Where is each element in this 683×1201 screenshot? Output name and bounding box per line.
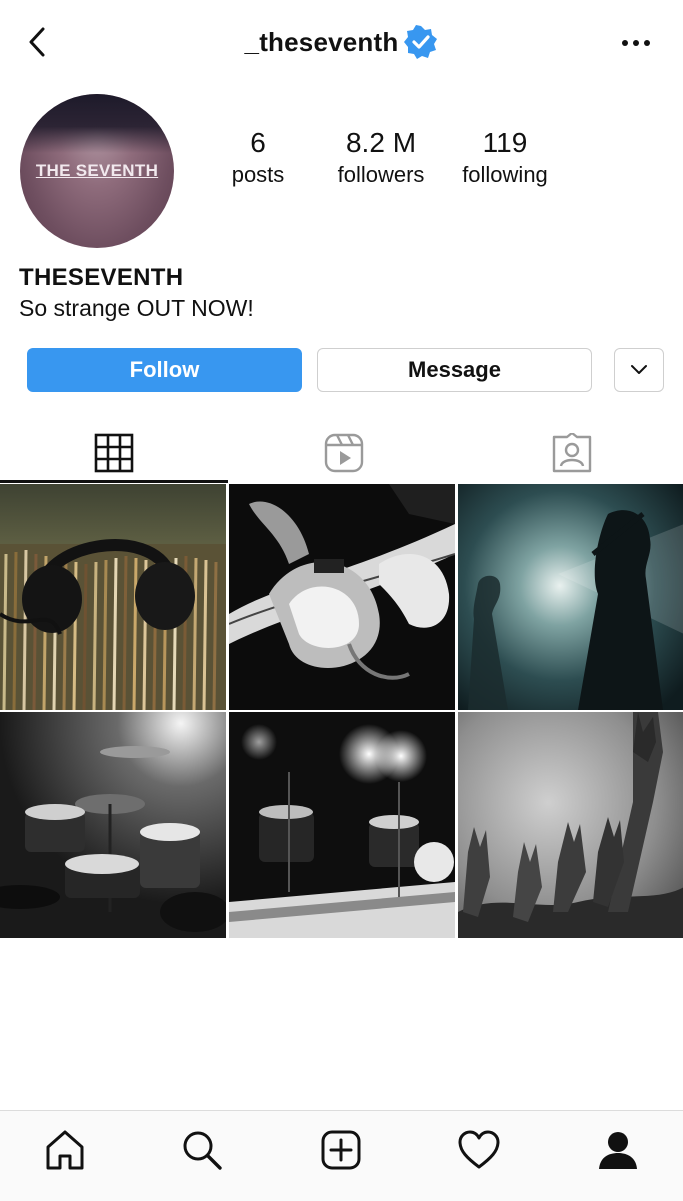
avatar-band (20, 94, 174, 153)
activity-heart-icon (458, 1130, 500, 1169)
post-thumbnail-1[interactable] (0, 484, 226, 710)
nav-new-post[interactable] (311, 1125, 371, 1175)
avatar-logo-text: THE SEVENTH (35, 161, 159, 180)
stat-posts-label: posts (231, 162, 285, 187)
profile-header-title: _theseventh (0, 22, 683, 62)
post-thumbnail-6[interactable] (458, 712, 683, 938)
search-icon (183, 1131, 222, 1170)
post-image-stage-lights (229, 712, 455, 938)
post-image-drum-kit (0, 712, 226, 938)
tab-reels[interactable] (314, 430, 374, 476)
nav-activity[interactable] (449, 1125, 509, 1175)
stat-followers-value: 8.2 M (345, 127, 417, 158)
display-name: THESEVENTH (19, 264, 184, 291)
stat-followers[interactable]: 8.2 M followers (316, 126, 446, 190)
nav-home[interactable] (35, 1125, 95, 1175)
bio-text: So strange OUT NOW! (19, 295, 254, 321)
username: _theseventh (244, 26, 399, 57)
reels-icon (324, 433, 364, 473)
nav-profile[interactable] (588, 1125, 648, 1175)
active-tab-indicator (0, 480, 228, 483)
nav-search[interactable] (172, 1125, 232, 1175)
post-image-band-stage (458, 484, 683, 710)
more-options-button[interactable] (616, 28, 656, 58)
suggested-accounts-button[interactable] (614, 348, 664, 392)
post-image-guitarist (229, 484, 455, 710)
post-thumbnail-3[interactable] (458, 484, 683, 710)
chevron-down-icon (631, 365, 647, 374)
profile-icon (599, 1132, 637, 1169)
verified-badge-icon (404, 25, 438, 59)
stat-posts-value: 6 (250, 127, 266, 158)
post-thumbnail-4[interactable] (0, 712, 226, 938)
post-image-crowd-hands (458, 712, 683, 938)
follow-button[interactable]: Follow (27, 348, 302, 392)
stat-following-label: following (462, 162, 548, 187)
home-icon (46, 1130, 84, 1170)
tab-posts-grid[interactable] (84, 430, 144, 476)
stat-following-value: 119 (482, 127, 528, 158)
post-image-headphones (0, 484, 226, 710)
tab-tagged[interactable] (542, 430, 602, 476)
more-options-icon (622, 40, 650, 46)
message-button[interactable]: Message (317, 348, 592, 392)
avatar[interactable]: THE SEVENTH (20, 94, 174, 248)
stat-posts[interactable]: 6 posts (193, 126, 323, 190)
post-thumbnail-2[interactable] (229, 484, 455, 710)
grid-icon (94, 433, 134, 473)
stat-followers-label: followers (337, 162, 425, 187)
new-post-icon (321, 1130, 361, 1170)
tagged-icon (552, 433, 592, 473)
post-thumbnail-5[interactable] (229, 712, 455, 938)
stat-following[interactable]: 119 following (440, 126, 570, 190)
